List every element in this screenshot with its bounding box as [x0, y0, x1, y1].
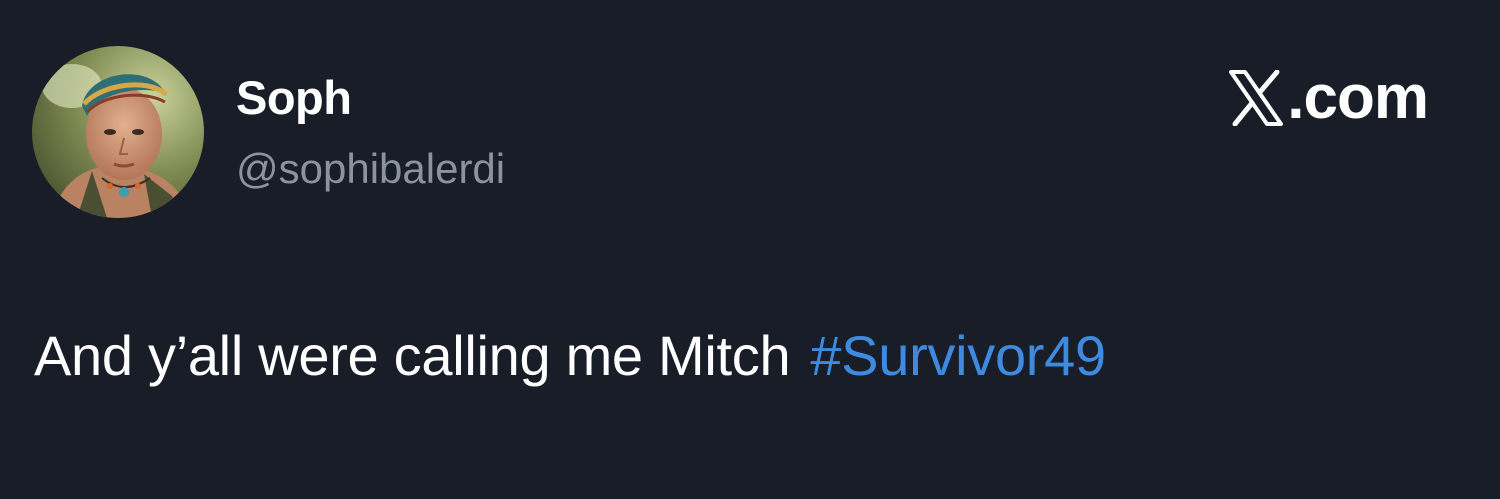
display-name[interactable]: Soph: [236, 68, 352, 128]
avatar[interactable]: [32, 46, 204, 218]
avatar-image: [32, 46, 204, 218]
hashtag-link[interactable]: #Survivor49: [810, 324, 1106, 387]
brand-link[interactable]: .com: [1229, 63, 1429, 132]
tweet-text: And y’all were calling me Mitch #Survivor…: [34, 320, 1106, 392]
tweet-body: And y’all were calling me Mitch: [34, 324, 791, 387]
tweet-card: Soph @sophibalerdi .com And y’all were c…: [0, 0, 1500, 499]
brand-label: .com: [1287, 63, 1429, 132]
x-logo-icon: [1229, 70, 1284, 126]
user-handle[interactable]: @sophibalerdi: [236, 141, 505, 197]
